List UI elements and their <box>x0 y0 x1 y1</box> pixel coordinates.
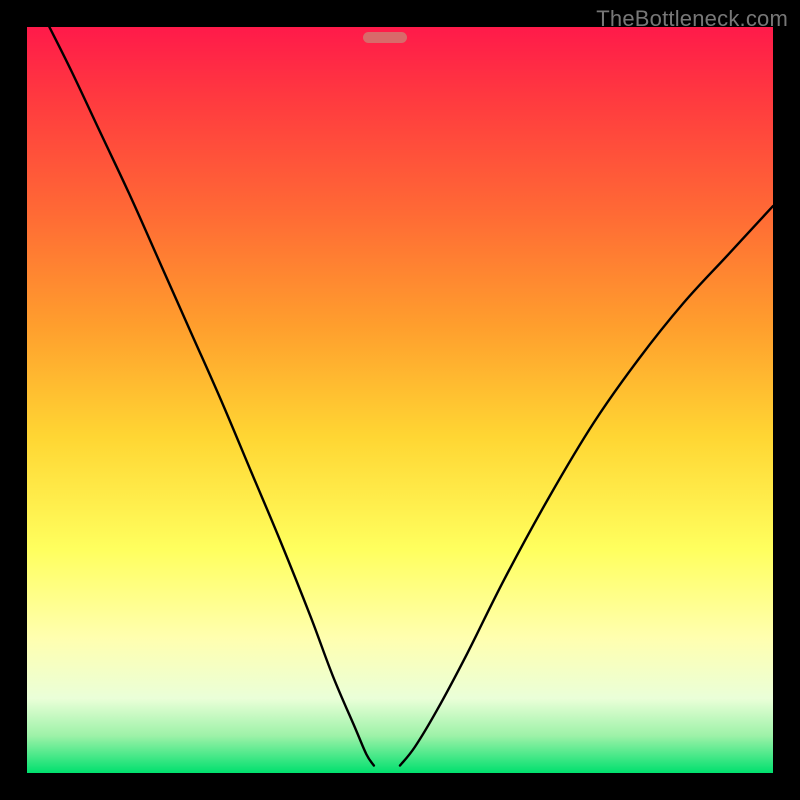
curve-left-branch <box>49 27 374 766</box>
chart-plot-area <box>27 27 773 773</box>
curve-right-branch <box>400 206 773 766</box>
bottleneck-curve <box>27 27 773 773</box>
watermark-text: TheBottleneck.com <box>596 6 788 32</box>
optimal-marker-pill <box>363 32 408 43</box>
